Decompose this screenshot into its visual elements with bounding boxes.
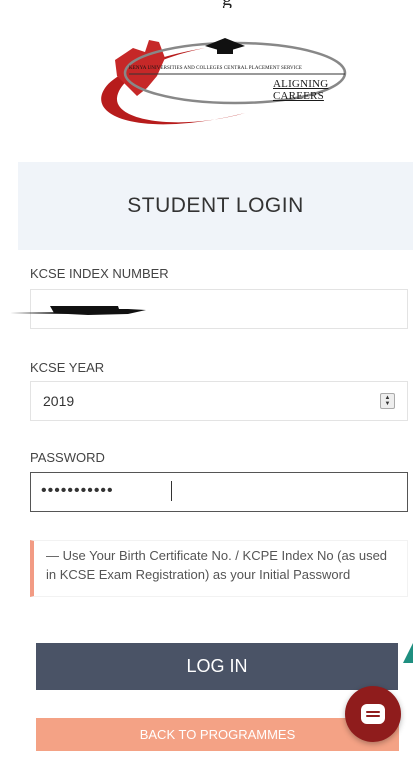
top-cutoff-text: g (0, 0, 413, 8)
login-button[interactable]: LOG IN (36, 643, 398, 690)
password-hint-text: — Use Your Birth Certificate No. / KCPE … (46, 548, 388, 582)
password-value: ••••••••••• (41, 482, 114, 499)
kcse-year-value: 2019 (43, 393, 75, 409)
password-field[interactable]: ••••••••••• (30, 472, 408, 512)
chat-bubble-icon (361, 704, 385, 724)
password-label: PASSWORD (30, 450, 105, 465)
login-header: STUDENT LOGIN (18, 162, 413, 250)
org-name: KENYA UNIVERSITIES AND COLLEGES CENTRAL … (129, 66, 303, 71)
kcse-year-field[interactable]: 2019 ▲ ▼ (30, 381, 408, 421)
index-number-label: KCSE INDEX NUMBER (30, 266, 169, 281)
cutoff-text: g (222, 0, 232, 8)
up-down-stepper-icon[interactable]: ▲ ▼ (380, 393, 395, 409)
kcse-year-label: KCSE YEAR (30, 360, 105, 375)
tagline: ALIGNING CAREERS (273, 78, 329, 102)
back-to-programmes-button[interactable]: BACK TO PROGRAMMES (36, 718, 399, 751)
page-title: STUDENT LOGIN (127, 194, 304, 217)
password-hint: — Use Your Birth Certificate No. / KCPE … (30, 540, 408, 597)
teal-arrow-icon (403, 643, 413, 663)
chat-button[interactable] (345, 686, 401, 742)
kuccps-logo: KENYA UNIVERSITIES AND COLLEGES CENTRAL … (85, 18, 355, 133)
redaction-scribble (10, 306, 146, 315)
text-caret (171, 481, 172, 501)
logo-graphic (101, 38, 347, 125)
